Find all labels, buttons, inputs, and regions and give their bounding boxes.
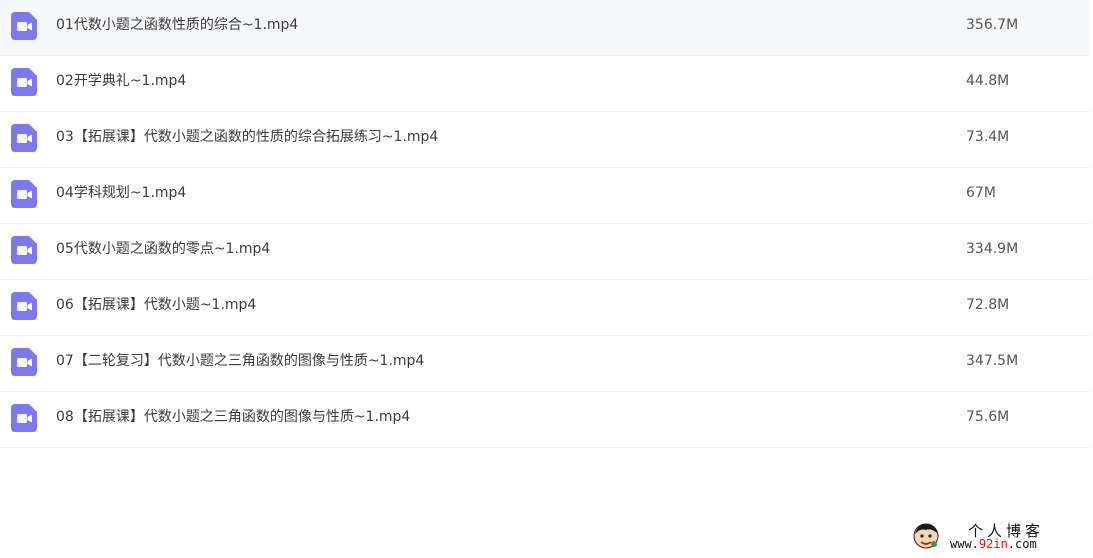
file-size: 347.5M (966, 353, 1019, 369)
file-size: 72.8M (966, 297, 1010, 313)
video-file-icon (11, 68, 37, 96)
file-name[interactable]: 02开学典礼~1.mp4 (56, 71, 186, 91)
list-item[interactable]: 06【拓展课】代数小题~1.mp4 72.8M (0, 280, 1090, 336)
list-item[interactable]: 04学科规划~1.mp4 67M (0, 168, 1090, 224)
file-name[interactable]: 05代数小题之函数的零点~1.mp4 (56, 239, 270, 259)
list-item[interactable]: 01代数小题之函数性质的综合~1.mp4 356.7M (0, 0, 1090, 56)
video-file-icon (11, 12, 37, 40)
watermark-url-prefix: www. (950, 537, 979, 551)
list-item[interactable]: 02开学典礼~1.mp4 44.8M (0, 56, 1090, 112)
file-name[interactable]: 04学科规划~1.mp4 (56, 183, 186, 203)
video-file-icon (11, 404, 37, 432)
file-size: 75.6M (966, 409, 1010, 425)
video-file-icon (11, 124, 37, 152)
video-file-icon (11, 348, 37, 376)
file-name[interactable]: 07【二轮复习】代数小题之三角函数的图像与性质~1.mp4 (56, 351, 424, 371)
file-size: 67M (966, 185, 996, 201)
file-size: 334.9M (966, 241, 1019, 257)
file-name[interactable]: 03【拓展课】代数小题之函数的性质的综合拓展练习~1.mp4 (56, 127, 438, 147)
video-file-icon (11, 292, 37, 320)
list-item[interactable]: 08【拓展课】代数小题之三角函数的图像与性质~1.mp4 75.6M (0, 392, 1090, 448)
watermark-url: www.92in.com (950, 537, 1037, 551)
file-size: 73.4M (966, 129, 1010, 145)
file-size: 356.7M (966, 17, 1019, 33)
file-name[interactable]: 08【拓展课】代数小题之三角函数的图像与性质~1.mp4 (56, 407, 410, 427)
file-size: 44.8M (966, 73, 1010, 89)
list-item[interactable]: 07【二轮复习】代数小题之三角函数的图像与性质~1.mp4 347.5M (0, 336, 1090, 392)
list-item[interactable]: 03【拓展课】代数小题之函数的性质的综合拓展练习~1.mp4 73.4M (0, 112, 1090, 168)
watermark-url-suffix: .com (1007, 537, 1037, 551)
video-file-icon (11, 236, 37, 264)
file-list: 01代数小题之函数性质的综合~1.mp4 356.7M 02开学典礼~1.mp4… (0, 0, 1093, 448)
avatar-icon (913, 523, 939, 549)
file-name[interactable]: 06【拓展课】代数小题~1.mp4 (56, 295, 256, 315)
watermark: 个人博客 www.92in.com (910, 518, 1090, 554)
watermark-url-accent: 92in (978, 537, 1008, 551)
list-item[interactable]: 05代数小题之函数的零点~1.mp4 334.9M (0, 224, 1090, 280)
file-name[interactable]: 01代数小题之函数性质的综合~1.mp4 (56, 15, 298, 35)
video-file-icon (11, 180, 37, 208)
